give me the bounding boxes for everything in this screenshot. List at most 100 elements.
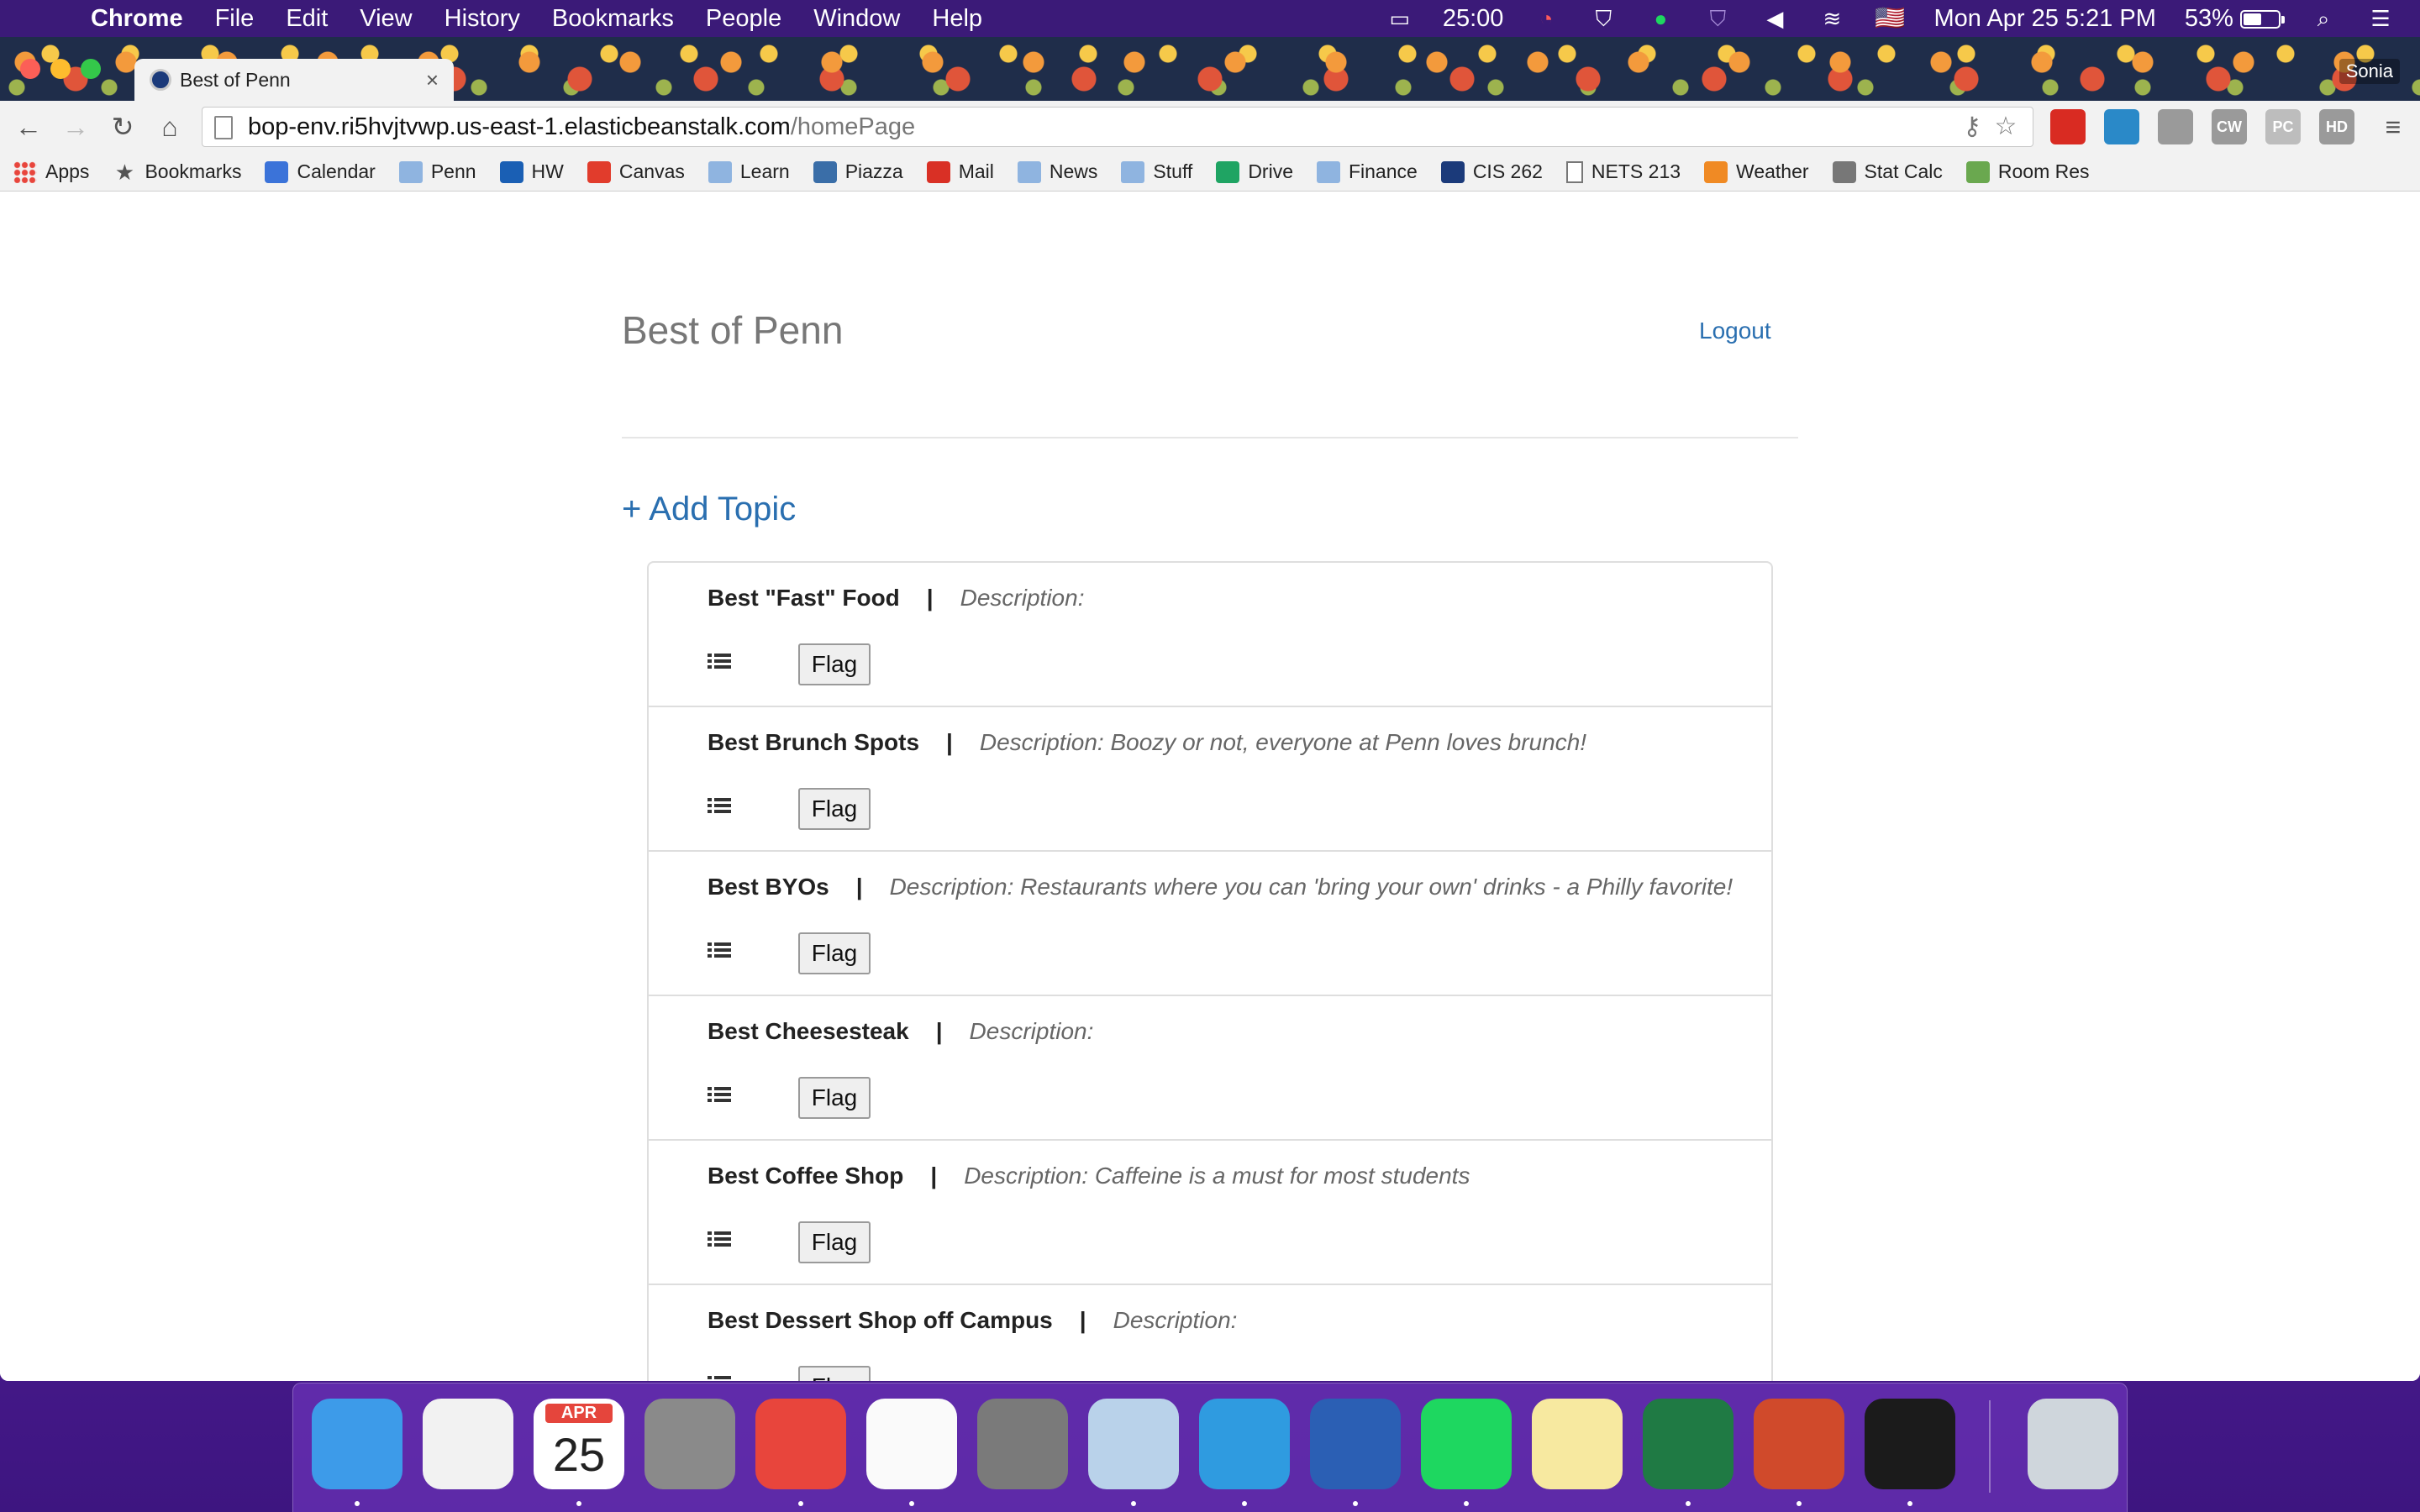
key-icon[interactable]: ⚷ (1955, 111, 1989, 143)
spotify-status-icon[interactable]: ● (1646, 6, 1675, 31)
list-icon[interactable] (708, 1376, 731, 1381)
menu-history[interactable]: History (445, 5, 520, 33)
list-icon[interactable] (708, 654, 731, 674)
topic-name[interactable]: Best Dessert Shop off Campus (708, 1307, 1053, 1334)
topic-name[interactable]: Best "Fast" Food (708, 585, 900, 612)
bookmark-calendar[interactable]: Calendar (265, 160, 376, 183)
bookmark-drive[interactable]: Drive (1216, 160, 1293, 183)
bookmark-finance[interactable]: Finance (1316, 160, 1418, 183)
spotlight-search-icon[interactable]: ⌕ (2309, 6, 2338, 31)
menu-people[interactable]: People (706, 5, 781, 33)
calendar-app-icon[interactable]: APR 25 (534, 1399, 624, 1489)
wifi-icon[interactable]: ≋ (1818, 6, 1846, 31)
bookmark-star-icon[interactable]: ☆ (1989, 111, 2023, 143)
bookmark-penn[interactable]: Penn (398, 160, 476, 183)
window-zoom-button[interactable] (81, 59, 101, 79)
list-icon[interactable] (708, 798, 731, 818)
bookmark-cis-262[interactable]: CIS 262 (1440, 160, 1543, 183)
list-icon[interactable] (708, 1087, 731, 1107)
list-icon[interactable] (708, 942, 731, 963)
flag-button[interactable]: Flag (798, 1221, 871, 1263)
add-topic-link[interactable]: + Add Topic (622, 491, 796, 528)
bookmark-weather[interactable]: Weather (1704, 160, 1809, 183)
menu-app-name[interactable]: Chrome (91, 5, 183, 33)
forward-arrow-icon[interactable]: → (57, 108, 94, 145)
bookmark-stuff[interactable]: Stuff (1121, 160, 1192, 183)
itunes-icon[interactable] (423, 1399, 513, 1489)
system-preferences-icon[interactable] (977, 1399, 1068, 1489)
spotify-icon[interactable] (1421, 1399, 1512, 1489)
tomato-timer-icon[interactable]: ◔ (1532, 6, 1560, 31)
menu-file[interactable]: File (215, 5, 255, 33)
vpn-shield-icon[interactable]: ⛉ (1703, 6, 1732, 31)
bookmark-mail[interactable]: Mail (926, 160, 994, 183)
menu-bookmarks[interactable]: Bookmarks (552, 5, 674, 33)
topic-name[interactable]: Best BYOs (708, 874, 829, 900)
flag-button[interactable]: Flag (798, 643, 871, 685)
sketchbook-icon[interactable] (1199, 1399, 1290, 1489)
word-icon[interactable] (1310, 1399, 1401, 1489)
tab-best-of-penn[interactable]: Best of Penn × (134, 59, 454, 101)
excel-icon[interactable] (1643, 1399, 1733, 1489)
profile-button[interactable]: Sonia (2338, 59, 2400, 84)
pc-extension-icon[interactable]: PC (2265, 109, 2301, 144)
terminal-icon[interactable] (1865, 1399, 1955, 1489)
menu-help[interactable]: Help (932, 5, 982, 33)
logout-link[interactable]: Logout (1699, 318, 1771, 344)
bookmark-room-res[interactable]: Room Res (1965, 160, 2090, 183)
launchpad-icon[interactable] (644, 1399, 735, 1489)
bookmark-nets-213[interactable]: NETS 213 (1565, 160, 1681, 183)
flag-button[interactable]: Flag (798, 788, 871, 830)
flag-button[interactable]: Flag (798, 1077, 871, 1119)
hd-extension-icon[interactable]: HD (2319, 109, 2354, 144)
timer-readout[interactable]: 25:00 (1443, 5, 1504, 33)
page-info-icon[interactable] (214, 116, 233, 139)
airplay-icon[interactable]: ▭ (1386, 6, 1414, 31)
notes-icon[interactable] (1532, 1399, 1623, 1489)
bookmark-canvas[interactable]: Canvas (587, 160, 685, 183)
powerpoint-icon[interactable] (1754, 1399, 1844, 1489)
bookmark-apps[interactable]: Apps (13, 160, 89, 183)
adblock-icon[interactable] (2050, 109, 2086, 144)
topic-name[interactable]: Best Brunch Spots (708, 729, 919, 756)
window-minimize-button[interactable] (50, 59, 71, 79)
reminders-icon[interactable] (866, 1399, 957, 1489)
notification-center-icon[interactable]: ☰ (2366, 6, 2395, 31)
list-icon[interactable] (708, 1231, 731, 1252)
topic-row: Best Cheesesteak | Description: Flag (649, 996, 1771, 1141)
shield-icon[interactable]: ⛉ (1589, 6, 1618, 31)
bookmark-bookmarks[interactable]: ★ Bookmarks (113, 160, 242, 183)
menu-window[interactable]: Window (813, 5, 900, 33)
bookmark-learn[interactable]: Learn (708, 160, 790, 183)
battery-status[interactable]: 53% (2185, 5, 2285, 33)
home-icon[interactable]: ⌂ (151, 108, 188, 145)
flag-button[interactable]: Flag (798, 932, 871, 974)
topic-name[interactable]: Best Coffee Shop (708, 1163, 903, 1189)
reload-icon[interactable]: ↻ (104, 108, 141, 145)
back-arrow-icon[interactable]: ← (10, 108, 47, 145)
datetime[interactable]: Mon Apr 25 5:21 PM (1934, 5, 2156, 33)
menu-view[interactable]: View (360, 5, 412, 33)
finder-icon[interactable] (312, 1399, 402, 1489)
chrome-menu-icon[interactable]: ≡ (2375, 108, 2412, 145)
volume-icon[interactable]: ◀ (1760, 6, 1789, 31)
menu-edit[interactable]: Edit (286, 5, 328, 33)
bookmark-news[interactable]: News (1017, 160, 1097, 183)
window-close-button[interactable] (20, 59, 40, 79)
topic-name[interactable]: Best Cheesesteak (708, 1018, 909, 1045)
eye-extension-icon[interactable] (2104, 109, 2139, 144)
topic-description: Description: (1113, 1307, 1238, 1333)
preview-icon[interactable] (1088, 1399, 1179, 1489)
input-source-flag-icon[interactable]: 🇺🇸 (1875, 4, 1905, 33)
bookmark-hw[interactable]: HW (499, 160, 564, 183)
tab-close-icon[interactable]: × (426, 67, 439, 93)
flag-button[interactable]: Flag (798, 1366, 871, 1381)
cast-extension-icon[interactable] (2158, 109, 2193, 144)
bookmark-label: Stuff (1153, 160, 1193, 182)
address-bar[interactable]: bop-env.ri5hvjtvwp.us-east-1.elasticbean… (202, 107, 2033, 147)
trash-icon[interactable] (2028, 1399, 2118, 1489)
cw-extension-icon[interactable]: CW (2212, 109, 2247, 144)
chrome-icon[interactable] (755, 1399, 846, 1489)
bookmark-piazza[interactable]: Piazza (813, 160, 903, 183)
bookmark-stat-calc[interactable]: Stat Calc (1832, 160, 1943, 183)
